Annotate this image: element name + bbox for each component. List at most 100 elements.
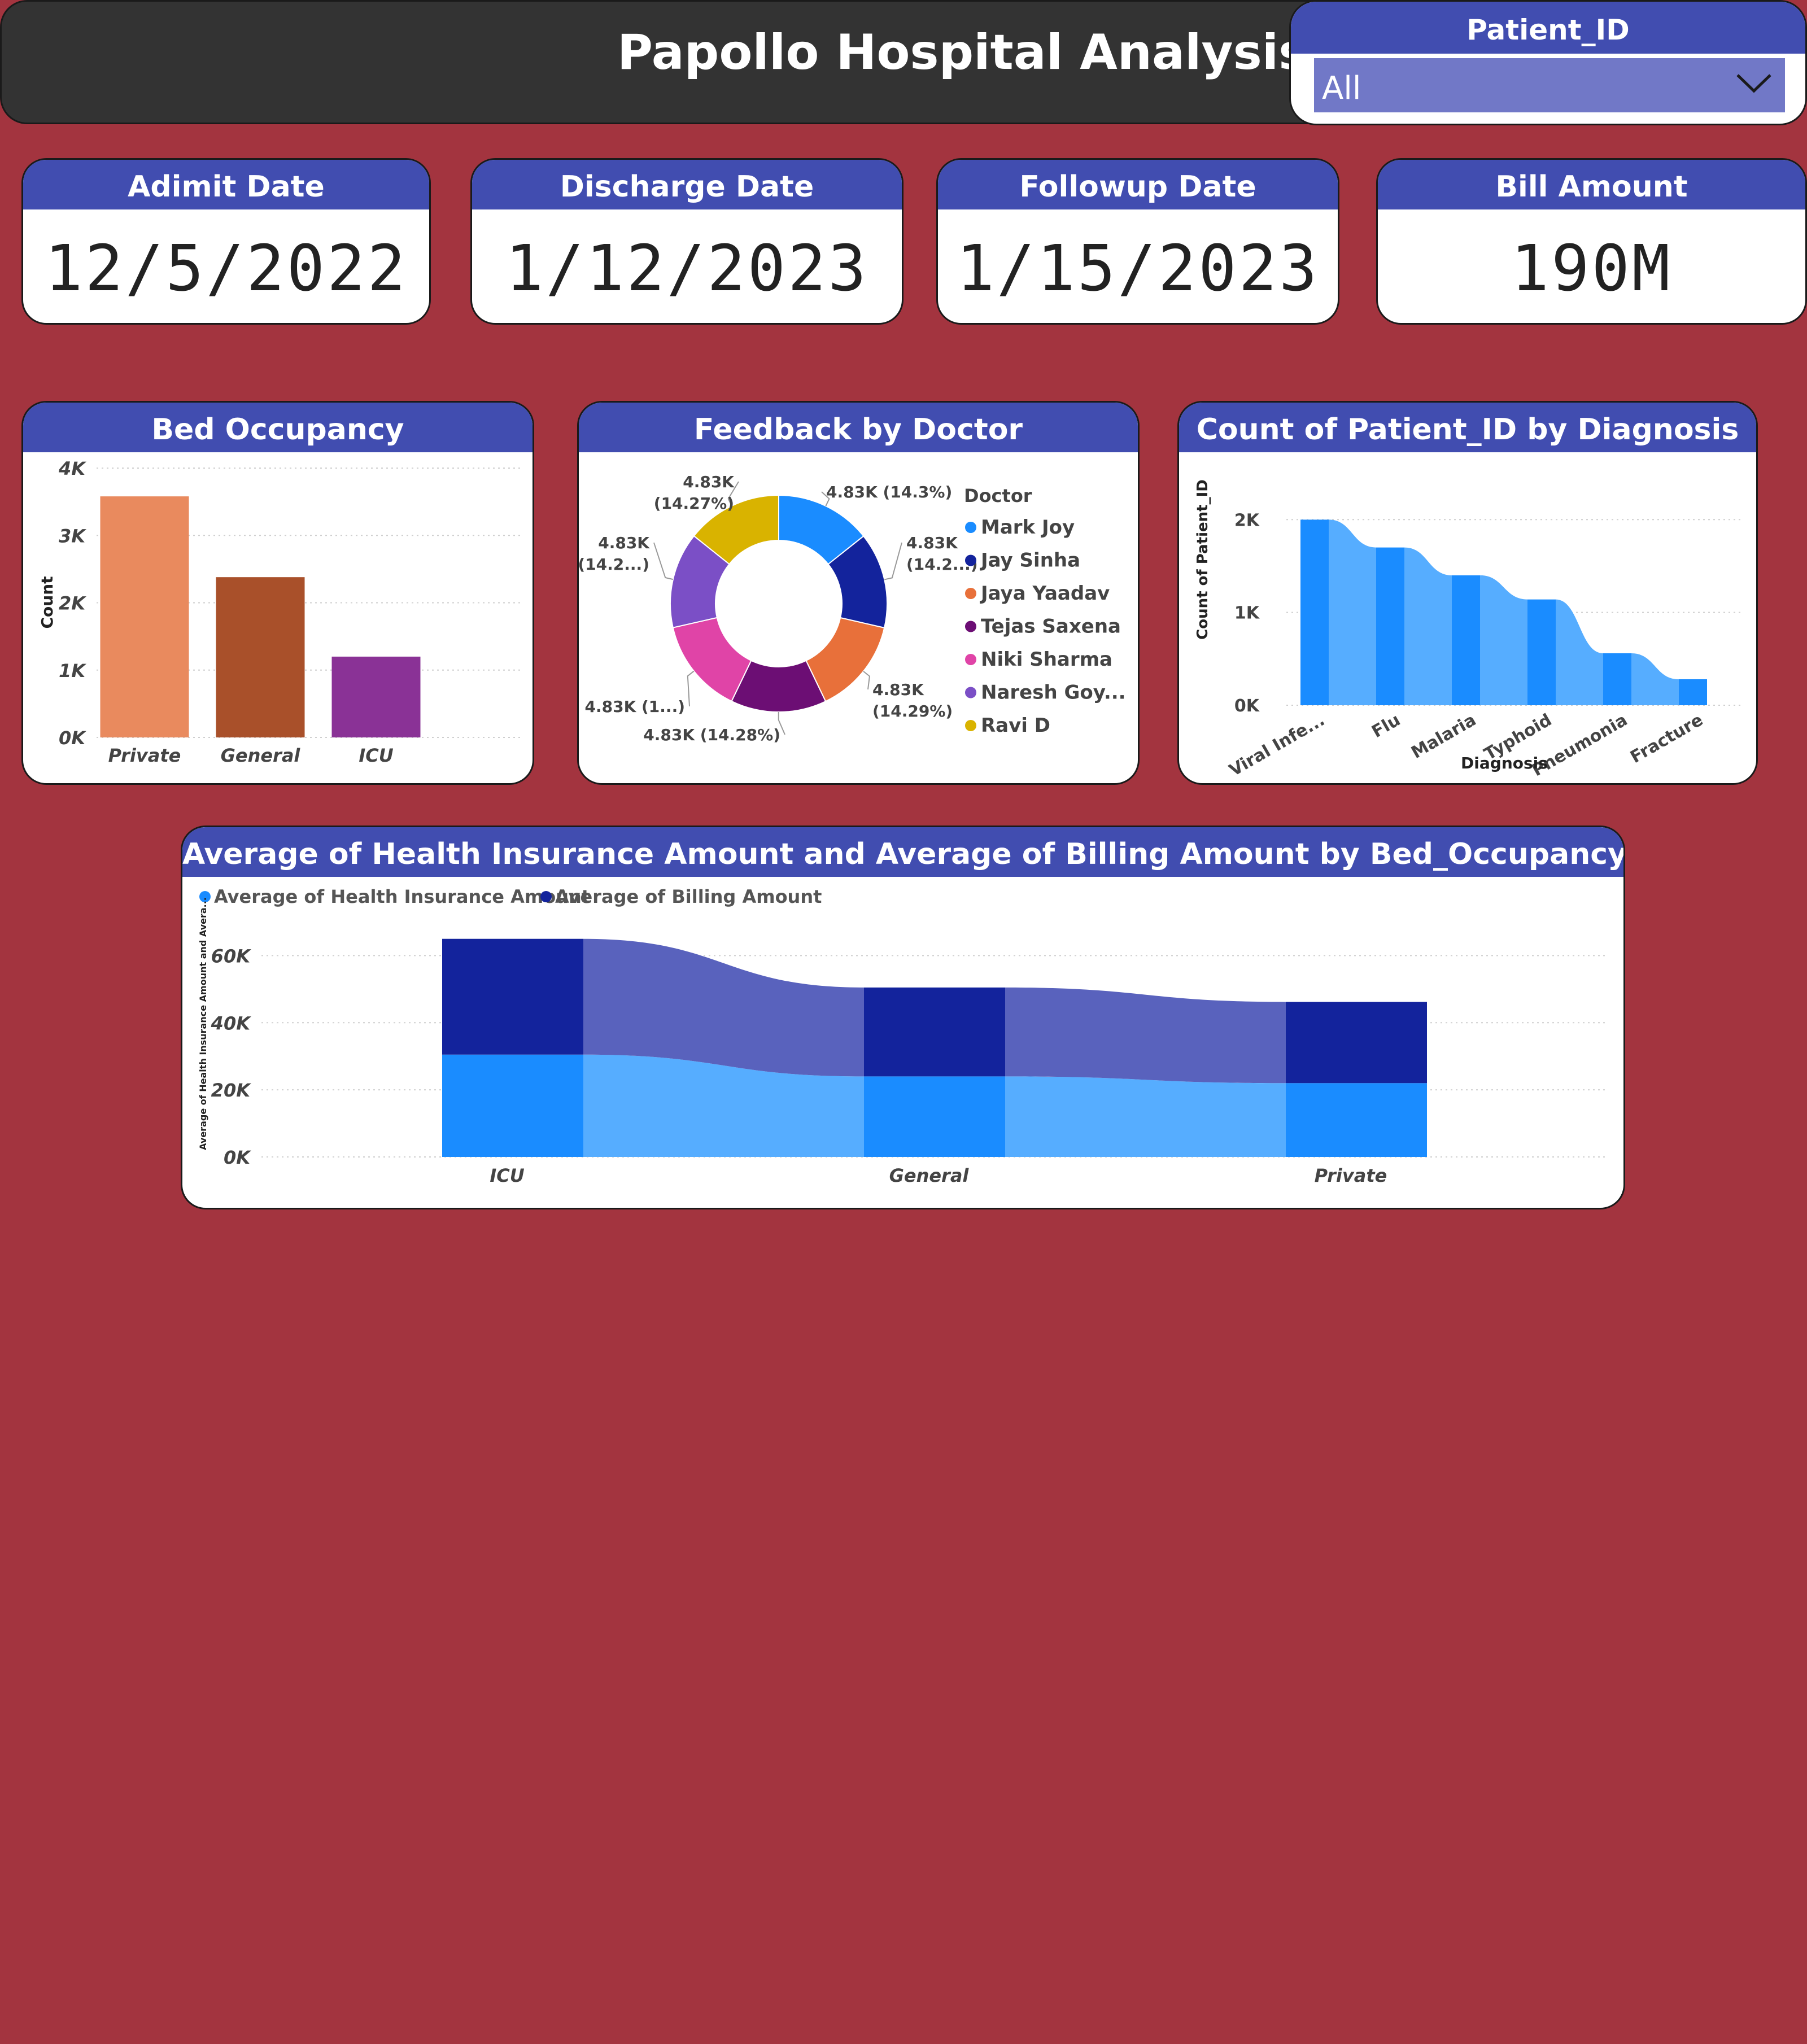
x-tick-label: Fracture — [1627, 710, 1706, 767]
kpi-label: Discharge Date — [472, 160, 902, 209]
leader-line — [687, 670, 695, 707]
bar-billing-general — [864, 987, 1005, 1077]
leader-line — [653, 542, 674, 580]
y-tick-label: 4K — [58, 458, 86, 479]
kpi-value: 1/15/2023 — [956, 232, 1320, 305]
y-tick-label: 20K — [211, 1080, 252, 1101]
dropdown-value: All — [1322, 70, 1361, 107]
data-label: 4.83K (14.2...) — [906, 534, 978, 574]
diagnosis-ribbon-chart: 0K 1K 2K Count of Patient_ID Viral Infe... Fl… — [1194, 479, 1744, 781]
kpi-label: Adimit Date — [23, 160, 429, 209]
bar-billing-private — [1286, 1002, 1427, 1084]
chart-title: Count of Patient_ID by Diagnosis — [1179, 403, 1756, 452]
legend-marker — [965, 720, 976, 731]
ribbon — [1329, 519, 1376, 705]
x-tick-label: Private — [1315, 1165, 1387, 1186]
patient-id-dropdown[interactable]: All — [1314, 58, 1785, 112]
legend-item: Ravi D — [981, 714, 1050, 737]
chart-title: Feedback by Doctor — [579, 403, 1138, 452]
y-tick-label: 40K — [211, 1012, 252, 1034]
y-axis-label: Count — [38, 576, 56, 628]
legend-marker — [965, 621, 976, 632]
chart-title: Bed Occupancy — [23, 403, 533, 452]
bar-private — [100, 496, 189, 737]
data-label: 4.83K (14.29%) — [872, 680, 953, 720]
legend-item: Jay Sinha — [980, 549, 1080, 572]
chart-card-insurance-vs-billing: Average of Health Insurance Amount and A… — [181, 826, 1625, 1209]
y-tick-label: 0K — [224, 1147, 251, 1168]
ribbon — [1480, 575, 1527, 705]
data-label: 4.83K (14.2...) — [579, 534, 650, 574]
bar-insurance-icu — [442, 1054, 583, 1157]
kpi-label: Followup Date — [938, 160, 1338, 209]
kpi-card-discharge-date: Discharge Date 1/12/2023 — [470, 158, 904, 325]
page-title: Papollo Hospital Analysis — [617, 24, 1308, 81]
kpi-value: 12/5/2022 — [45, 232, 408, 305]
ribbon — [1404, 547, 1452, 705]
chart-card-feedback-by-doctor: Feedback by Doctor 4.83K (14.3%) 4.83K (14… — [577, 401, 1140, 785]
legend-item: Jaya Yaadav — [980, 582, 1110, 605]
bar-general — [216, 577, 305, 737]
kpi-value: 1/12/2023 — [505, 232, 868, 305]
y-tick-label: 1K — [1234, 604, 1260, 623]
ribbon — [1556, 599, 1603, 705]
x-tick-label: Viral Infe... — [1226, 710, 1328, 781]
legend-marker — [965, 588, 976, 599]
data-label: 4.83K (14.3%) — [826, 483, 952, 501]
x-tick-label: General — [889, 1165, 970, 1186]
y-tick-label: 60K — [211, 945, 252, 967]
chart-title: Average of Health Insurance Amount and A… — [182, 827, 1623, 877]
data-label: 4.83K (14.27%) — [654, 473, 735, 513]
ribbon-billing — [1005, 987, 1286, 1084]
bed-occupancy-chart: 0K 1K 2K 3K 4K Count Private General ICU — [38, 458, 520, 766]
y-tick-label: 0K — [59, 727, 86, 749]
bar-viral-infe- — [1300, 519, 1329, 705]
y-tick-label: 2K — [59, 593, 86, 614]
x-tick-label: ICU — [359, 745, 393, 766]
legend-item: Mark Joy — [981, 516, 1075, 539]
legend-item: Average of Billing Amount — [555, 886, 822, 907]
legend-marker — [965, 522, 976, 533]
title-bar: Papollo Hospital Analysis — [0, 0, 1400, 124]
y-tick-label: 3K — [59, 525, 86, 547]
data-label: 4.83K (1...) — [584, 697, 685, 716]
legend-item: Niki Sharma — [981, 648, 1112, 671]
x-tick-label: Private — [108, 745, 181, 766]
feedback-donut-chart: 4.83K (14.3%) 4.83K (14.2...) 4.83K (14.29%)… — [579, 473, 1126, 744]
y-tick-label: 1K — [59, 660, 86, 682]
legend-marker — [965, 654, 976, 665]
x-tick-label: General — [221, 745, 301, 766]
chevron-down-icon — [1736, 74, 1771, 93]
legend-item: Naresh Goy... — [981, 682, 1126, 704]
legend-title: Doctor — [964, 485, 1032, 506]
kpi-value: 190M — [1511, 232, 1673, 305]
legend-marker — [540, 891, 552, 902]
bar-pneumonia — [1603, 653, 1631, 705]
y-axis-label: Average of Health Insurance Amount and A… — [198, 897, 208, 1150]
x-tick-label: Flu — [1368, 710, 1404, 742]
kpi-label: Bill Amount — [1378, 160, 1805, 209]
bar-fracture — [1679, 679, 1707, 705]
x-axis-label: Diagnosis — [1461, 754, 1548, 772]
bar-insurance-private — [1286, 1083, 1427, 1157]
bar-typhoid — [1527, 599, 1556, 705]
bar-malaria — [1452, 575, 1480, 705]
slicer-label: Patient_ID — [1291, 2, 1805, 54]
insurance-billing-ribbon-chart: Average of Health Insurance AmountAverag… — [198, 886, 1605, 1186]
data-label: 4.83K (14.28%) — [643, 726, 780, 744]
legend-item: Average of Health Insurance Amount — [214, 886, 590, 907]
kpi-card-followup-date: Followup Date 1/15/2023 — [936, 158, 1339, 325]
x-tick-label: ICU — [490, 1165, 524, 1186]
bar-billing-icu — [442, 938, 583, 1055]
chart-card-patients-by-diagnosis: Count of Patient_ID by Diagnosis 0K 1K 2K C… — [1177, 401, 1758, 785]
bar-insurance-general — [864, 1076, 1005, 1157]
kpi-card-bill-amount: Bill Amount 190M — [1376, 158, 1807, 325]
legend-item: Tejas Saxena — [981, 615, 1121, 638]
kpi-card-admit-date: Adimit Date 12/5/2022 — [21, 158, 431, 325]
bar-flu — [1376, 547, 1404, 705]
ribbon — [1631, 653, 1679, 705]
bar-icu — [331, 656, 421, 737]
patient-id-slicer: Patient_ID All — [1289, 0, 1807, 125]
ribbon-insurance — [1005, 1076, 1286, 1157]
y-tick-label: 0K — [1234, 696, 1260, 716]
